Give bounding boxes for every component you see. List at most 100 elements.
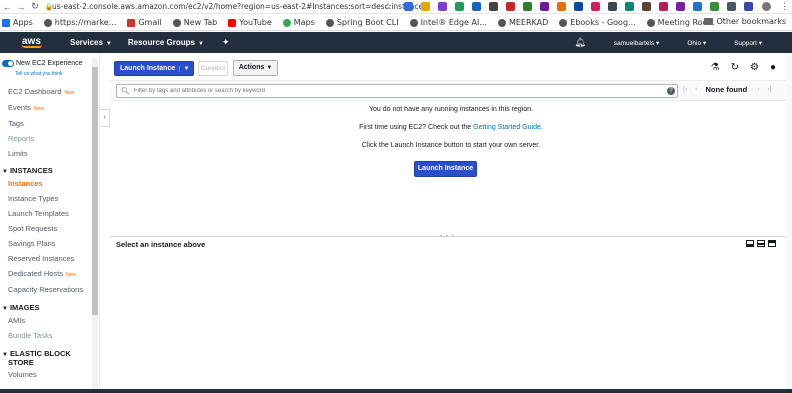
collapse-sidebar-button[interactable]: ‹ [100,109,110,127]
caret-down-icon[interactable]: ▼ [179,65,193,72]
bookmark-item[interactable]: Ebooks - Goog... [559,18,636,27]
extension-icon[interactable] [404,2,413,11]
actions-button[interactable]: Actions ▼ [233,60,278,76]
help-circle-icon[interactable]: ? [667,87,675,95]
connect-button[interactable]: Connect [198,61,228,76]
page-scrollbar[interactable] [786,53,792,389]
sidebar-item-dedicated-hosts[interactable]: Dedicated Hosts New [8,269,76,278]
sidebar-item-launch-templates[interactable]: Launch Templates [8,209,69,218]
prev-page-icon[interactable]: ‹ [695,86,697,93]
getting-started-link[interactable]: Getting Started Guide [473,124,541,131]
extension-icon[interactable] [710,2,719,11]
bookmark-item[interactable]: YouTube [228,18,272,27]
menu-dots-icon[interactable]: ⋮ [780,1,789,12]
url-text[interactable]: us-east-2.console.aws.amazon.com/ec2/v2/… [52,2,430,11]
sidebar-item-instance-types[interactable]: Instance Types [8,194,58,203]
search-input[interactable] [133,88,664,94]
bookmark-item[interactable]: Maps [282,18,315,27]
layout-top-icon[interactable] [768,240,776,247]
forward-icon[interactable]: → [14,2,28,12]
bell-icon[interactable]: 🔔︎ [574,37,585,48]
section-images[interactable]: ▼ IMAGES [2,303,40,312]
sidebar-item-amis[interactable]: AMIs [8,316,25,325]
account-menu[interactable]: samuelbartels ▾ [600,39,660,47]
extension-icon[interactable] [744,2,753,11]
profile-avatar[interactable] [762,2,771,11]
section-instances[interactable]: ▼ INSTANCES [2,166,53,175]
flask-icon[interactable]: ⚗ [711,62,720,73]
layout-split-icon[interactable] [757,240,765,247]
first-page-icon[interactable]: |‹ [683,86,687,93]
extension-icon[interactable] [472,2,481,11]
new-badge: New [64,90,75,96]
sidebar-item-tags[interactable]: Tags [8,119,24,128]
gear-icon[interactable]: ⚙ [750,62,759,73]
extension-icon[interactable] [659,2,668,11]
extension-icon[interactable] [489,2,498,11]
bookmark-item[interactable]: https://marke... [43,18,116,27]
extension-icon[interactable] [421,2,430,11]
extension-icon[interactable] [642,2,651,11]
extension-icon[interactable] [540,2,549,11]
last-page-icon[interactable]: ›| [768,86,772,93]
extension-icon[interactable] [693,2,702,11]
extension-icon[interactable] [438,2,447,11]
sidebar-item-volumes[interactable]: Volumes [8,370,37,379]
support-menu[interactable]: Support ▾ [720,39,762,47]
new-badge: New [33,106,44,112]
layout-bottom-icon[interactable] [746,240,754,247]
launch-instance-button[interactable]: Launch Instance ▼ [114,61,194,76]
sidebar-item-bundle-tasks[interactable]: Bundle Tasks [8,331,52,340]
sidebar-item-ec2-dashboard[interactable]: EC2 Dashboard New [8,87,74,96]
extension-icon[interactable] [608,2,617,11]
launch-instance-cta-button[interactable]: Launch Instance [414,161,477,177]
extension-icon[interactable] [625,2,634,11]
gmail-icon [127,18,136,27]
sidebar-scrollbar-thumb[interactable] [92,67,98,315]
sidebar-item-capacity-reservations[interactable]: Capacity Reservations [8,285,83,294]
help-icon[interactable]: ● [770,62,776,73]
refresh-icon[interactable]: ↻ [731,62,739,73]
sidebar-item-reserved-instances[interactable]: Reserved Instances [8,254,74,263]
resource-groups-menu[interactable]: Resource Groups ▼ [128,38,204,47]
drag-handle-icon[interactable]: • • • [440,234,455,240]
aws-logo[interactable]: aws [22,37,46,48]
extension-icon[interactable] [506,2,515,11]
sidebar-item-events[interactable]: Events New [8,103,44,112]
globe-icon [43,18,52,27]
sidebar-item-savings-plans[interactable]: Savings Plans [8,239,56,248]
panel-divider[interactable]: • • • [110,234,792,240]
feedback-link[interactable]: Tell us what you think [15,71,63,77]
next-page-icon[interactable]: › [757,86,759,93]
sidebar-item-limits[interactable]: Limits [8,149,28,158]
reload-icon[interactable]: ↻ [28,1,42,12]
back-icon[interactable]: ← [0,2,14,12]
bookmark-item[interactable]: Gmail [127,18,162,27]
bookmark-item[interactable]: MEERKAD [497,18,548,27]
extension-icon[interactable] [523,2,532,11]
region-menu[interactable]: Ohio ▾ [673,39,706,47]
bookmark-item[interactable]: Apps [2,18,33,27]
services-menu[interactable]: Services ▼ [70,38,112,47]
bookmark-item[interactable]: New Tab [172,18,217,27]
bookmark-item[interactable]: Intel® Edge AI... [409,18,487,27]
bookmark-item[interactable]: Spring Boot CLI [325,18,399,27]
section-elastic-block-store[interactable]: ▼ ELASTIC BLOCK [2,349,71,358]
other-bookmarks[interactable]: Other bookmarks [704,17,786,26]
sidebar-item-reports[interactable]: Reports [8,134,34,143]
extension-icon[interactable] [574,2,583,11]
section-elastic-block-store-line2: STORE [8,358,34,367]
pagination: |‹ ‹ None found › ›| [683,85,780,94]
sidebar-item-spot-requests[interactable]: Spot Requests [8,224,57,233]
extension-icon[interactable] [591,2,600,11]
sidebar-item-instances[interactable]: Instances [8,179,43,188]
search-box[interactable]: 🔍︎ ? [116,84,678,98]
bookmark-star-icon[interactable]: ☆ [384,1,392,12]
extension-icon[interactable] [557,2,566,11]
extension-icon[interactable] [727,2,736,11]
pin-icon[interactable]: ✦ [222,37,230,48]
extension-icon[interactable] [676,2,685,11]
new-experience-toggle[interactable]: New EC2 Experience [2,60,83,67]
extension-icon[interactable] [455,2,464,11]
toggle-switch[interactable] [2,60,14,67]
